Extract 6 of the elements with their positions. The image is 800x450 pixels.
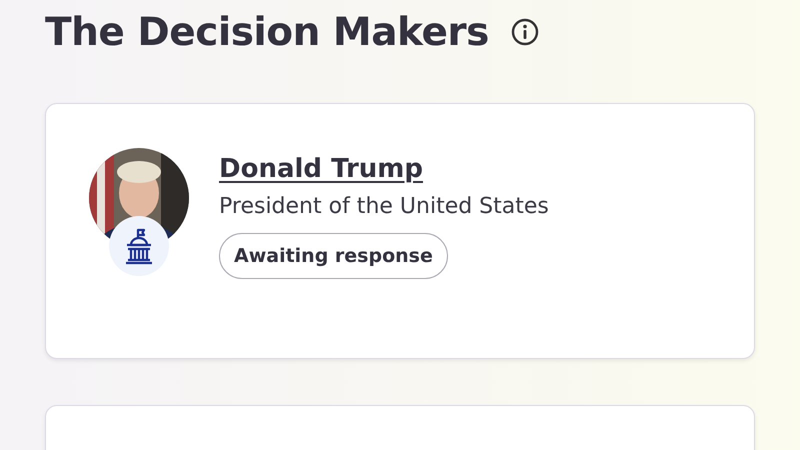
info-icon[interactable]: [510, 18, 539, 46]
page-title: The Decision Makers: [45, 10, 489, 54]
capitol-building-icon: [109, 216, 169, 276]
person-role: President of the United States: [219, 194, 549, 219]
status-badge: Awaiting response: [219, 233, 448, 279]
person-name-link[interactable]: Donald Trump: [219, 154, 423, 184]
